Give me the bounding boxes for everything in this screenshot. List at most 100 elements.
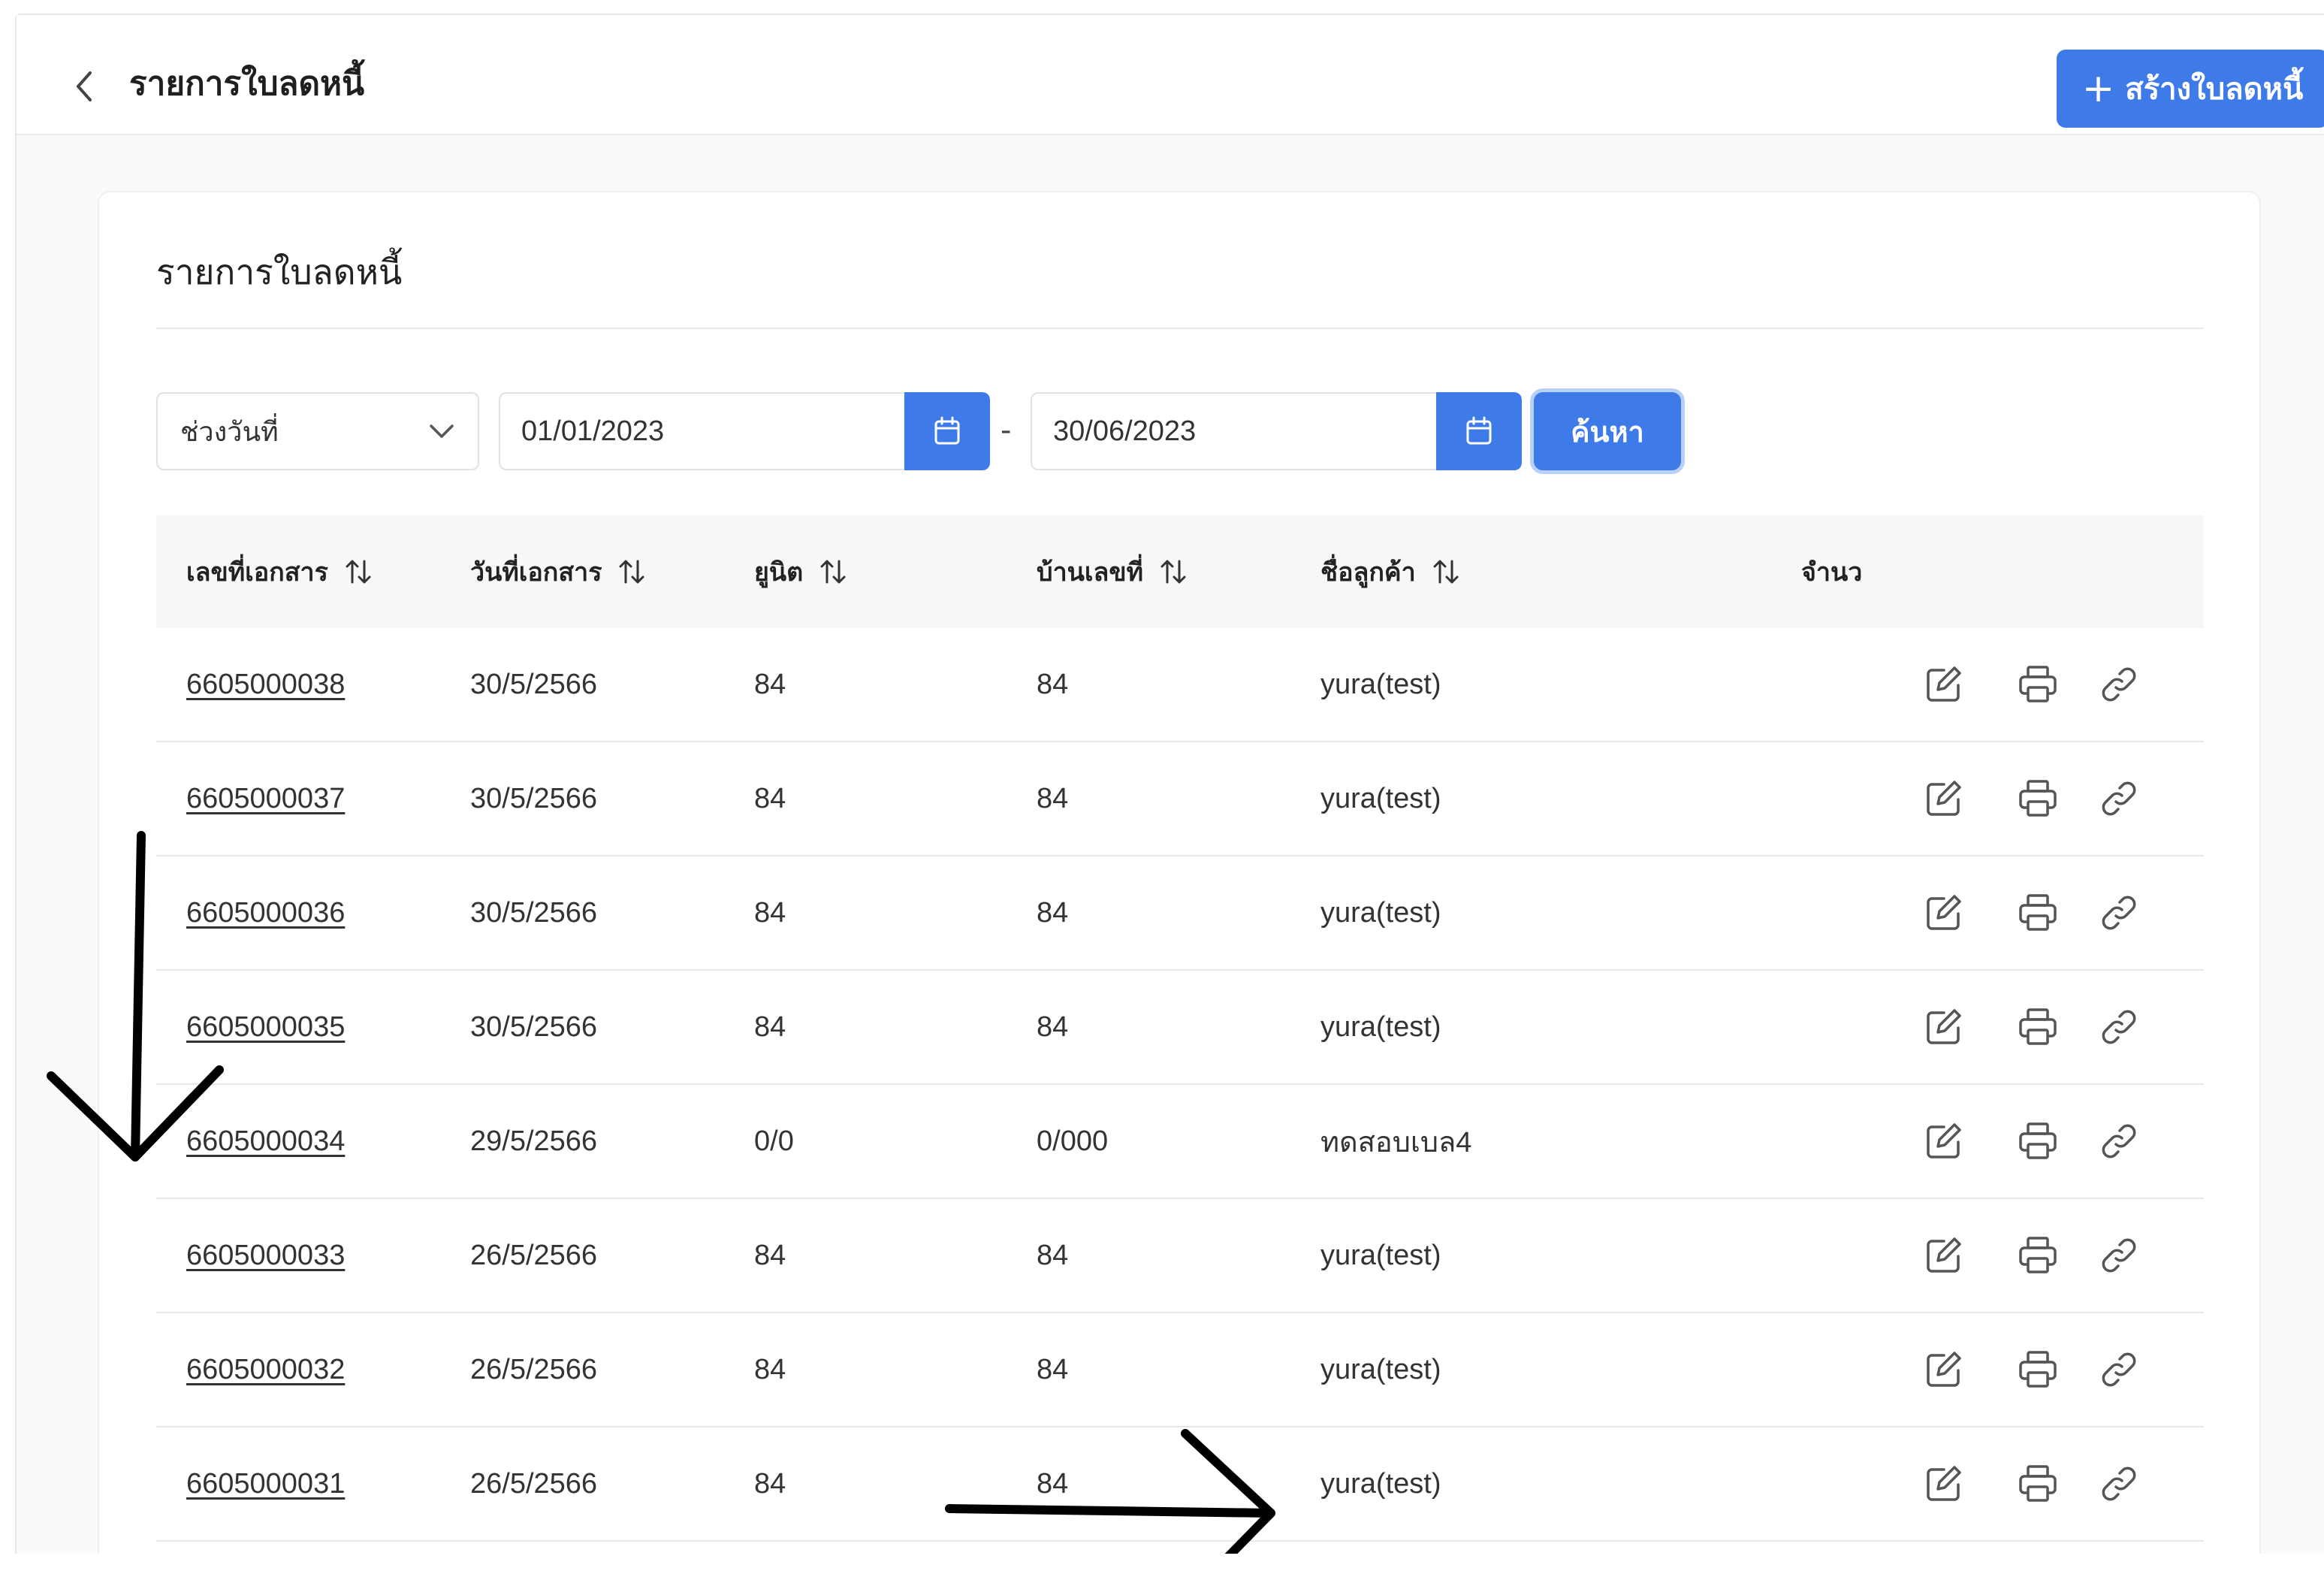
sort-icon[interactable] <box>1431 557 1461 587</box>
date-range-select[interactable]: ช่วงวันที่ <box>156 392 479 470</box>
doc-no-link[interactable]: 6605000032 <box>186 1354 345 1386</box>
sort-icon[interactable] <box>617 557 647 587</box>
print-icon[interactable] <box>2016 1119 2060 1163</box>
sort-icon[interactable] <box>343 557 373 587</box>
column-header-unit[interactable]: ยูนิต <box>754 551 848 592</box>
sort-icon[interactable] <box>1158 557 1188 587</box>
column-header-amount[interactable]: จำนว <box>1801 551 1862 592</box>
table-header: เลขที่เอกสาร วันที่เอกสาร ยูนิต บ้านเลขท… <box>156 515 2204 628</box>
start-date-calendar-button[interactable] <box>904 392 990 470</box>
house-no-cell: 84 <box>1037 1467 1069 1500</box>
end-date-input[interactable]: 30/06/2023 <box>1031 392 1436 470</box>
print-icon[interactable] <box>2016 1348 2060 1391</box>
doc-no-link[interactable]: 6605000037 <box>186 783 345 815</box>
link-icon[interactable] <box>2097 1348 2141 1391</box>
print-icon[interactable] <box>2016 1005 2060 1049</box>
doc-no-link[interactable]: 6605000031 <box>186 1468 345 1500</box>
doc-no-link[interactable]: 6605000036 <box>186 897 345 929</box>
link-icon[interactable] <box>2097 777 2141 820</box>
table-row: 6605000033 26/5/2566 84 84 yura(test) <box>156 1199 2204 1313</box>
customer-cell: yura(test) <box>1320 1467 1441 1500</box>
row-actions <box>1921 628 2141 741</box>
column-header-doc-date[interactable]: วันที่เอกสาร <box>470 551 647 592</box>
back-button[interactable] <box>69 68 99 105</box>
column-header-house-no[interactable]: บ้านเลขที่ <box>1037 551 1188 592</box>
link-icon[interactable] <box>2097 1005 2141 1049</box>
link-icon[interactable] <box>2097 1462 2141 1506</box>
edit-icon[interactable] <box>1921 891 1965 935</box>
doc-no-cell[interactable]: 6605000033 <box>186 1199 345 1312</box>
customer-cell: yura(test) <box>1320 782 1441 814</box>
doc-no-link[interactable]: 6605000038 <box>186 669 345 701</box>
link-icon[interactable] <box>2097 663 2141 706</box>
unit-cell: 84 <box>754 896 786 929</box>
unit-cell: 84 <box>754 782 786 814</box>
doc-no-cell[interactable]: 6605000032 <box>186 1313 345 1426</box>
edit-icon[interactable] <box>1921 1119 1965 1163</box>
top-bar: รายการใบลดหนี้ + สร้างใบลดหนี้ <box>17 15 2324 135</box>
table-row: 6605000036 30/5/2566 84 84 yura(test) <box>156 856 2204 971</box>
edit-icon[interactable] <box>1921 777 1965 820</box>
edit-icon[interactable] <box>1921 1462 1965 1506</box>
row-actions <box>1921 742 2141 855</box>
row-actions <box>1921 856 2141 969</box>
row-actions <box>1921 1313 2141 1426</box>
doc-no-link[interactable]: 6605000034 <box>186 1125 345 1158</box>
edit-icon[interactable] <box>1921 1005 1965 1049</box>
customer-cell: yura(test) <box>1320 668 1441 700</box>
start-date-input[interactable]: 01/01/2023 <box>499 392 904 470</box>
edit-icon[interactable] <box>1921 1234 1965 1277</box>
house-no-cell: 0/000 <box>1037 1125 1109 1157</box>
row-actions <box>1921 971 2141 1083</box>
column-header-doc-no[interactable]: เลขที่เอกสาร <box>186 551 373 592</box>
chevron-down-icon <box>430 424 454 438</box>
list-card: รายการใบลดหนี้ ช่วงวันที่ 01/01/2023 - 3… <box>98 191 2261 1567</box>
column-header-customer[interactable]: ชื่อลูกค้า <box>1320 551 1461 592</box>
doc-no-cell[interactable]: 6605000037 <box>186 742 345 855</box>
table-body: 6605000038 30/5/2566 84 84 yura(test) 6605000… <box>156 628 2204 1542</box>
house-no-cell: 84 <box>1037 668 1069 700</box>
doc-no-cell[interactable]: 6605000038 <box>186 628 345 741</box>
plus-icon: + <box>2081 66 2115 111</box>
unit-cell: 84 <box>754 1010 786 1043</box>
screenshot-crop-edge <box>0 1554 2324 1595</box>
print-icon[interactable] <box>2016 1462 2060 1506</box>
doc-no-link[interactable]: 6605000035 <box>186 1011 345 1044</box>
customer-cell: yura(test) <box>1320 1010 1441 1043</box>
divider <box>156 328 2204 329</box>
search-button[interactable]: ค้นหา <box>1534 392 1681 470</box>
end-date-calendar-button[interactable] <box>1436 392 1522 470</box>
unit-cell: 84 <box>754 1239 786 1271</box>
link-icon[interactable] <box>2097 1234 2141 1277</box>
doc-date-cell: 30/5/2566 <box>470 1010 598 1043</box>
unit-cell: 84 <box>754 1353 786 1385</box>
link-icon[interactable] <box>2097 1119 2141 1163</box>
create-credit-note-button[interactable]: + สร้างใบลดหนี้ <box>2057 50 2324 128</box>
print-icon[interactable] <box>2016 777 2060 820</box>
print-icon[interactable] <box>2016 663 2060 706</box>
row-actions <box>1921 1199 2141 1312</box>
customer-cell: yura(test) <box>1320 896 1441 929</box>
row-actions <box>1921 1085 2141 1198</box>
sort-icon[interactable] <box>818 557 848 587</box>
doc-no-cell[interactable]: 6605000034 <box>186 1085 345 1198</box>
doc-no-cell[interactable]: 6605000036 <box>186 856 345 969</box>
house-no-cell: 84 <box>1037 1010 1069 1043</box>
doc-date-cell: 30/5/2566 <box>470 782 598 814</box>
house-no-cell: 84 <box>1037 1239 1069 1271</box>
edit-icon[interactable] <box>1921 663 1965 706</box>
row-actions <box>1921 1427 2141 1540</box>
table-row: 6605000031 26/5/2566 84 84 yura(test) <box>156 1427 2204 1542</box>
date-range-select-value: ช่วงวันที่ <box>180 416 279 448</box>
link-icon[interactable] <box>2097 891 2141 935</box>
doc-no-cell[interactable]: 6605000031 <box>186 1427 345 1540</box>
doc-date-cell: 29/5/2566 <box>470 1125 598 1157</box>
doc-no-link[interactable]: 6605000033 <box>186 1240 345 1272</box>
customer-cell: yura(test) <box>1320 1239 1441 1271</box>
print-icon[interactable] <box>2016 891 2060 935</box>
edit-icon[interactable] <box>1921 1348 1965 1391</box>
doc-no-cell[interactable]: 6605000035 <box>186 971 345 1083</box>
doc-date-cell: 30/5/2566 <box>470 896 598 929</box>
customer-cell: ทดสอบเบล4 <box>1320 1126 1472 1158</box>
print-icon[interactable] <box>2016 1234 2060 1277</box>
